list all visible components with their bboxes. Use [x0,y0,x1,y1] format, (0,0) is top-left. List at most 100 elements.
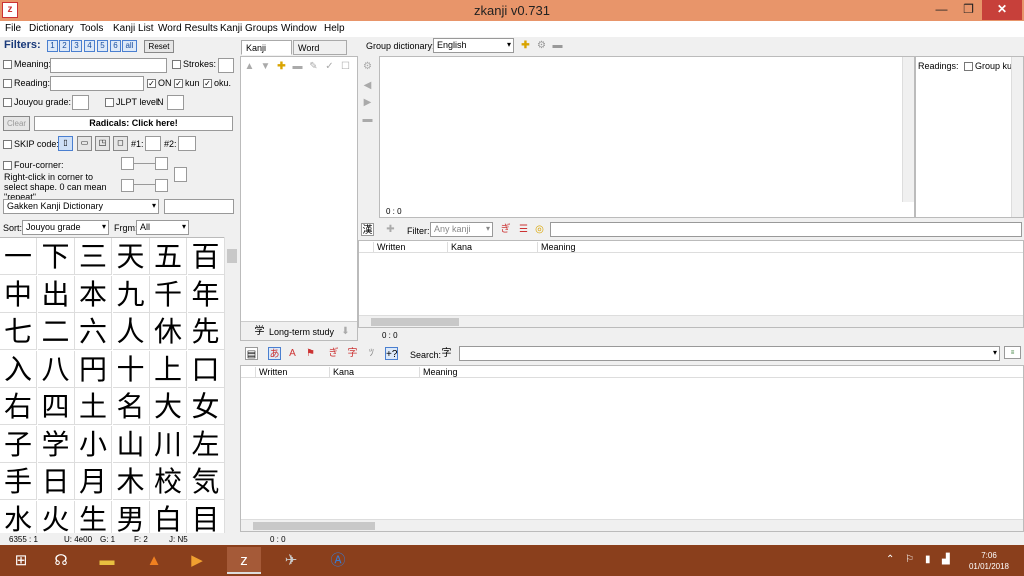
kanji-cell[interactable]: 山 [112,425,150,463]
grade-4-button[interactable]: 4 [84,40,95,52]
strokes-checkbox[interactable] [172,60,181,70]
corner-br-input[interactable] [155,179,168,192]
tab-word-groups[interactable]: Word groups [293,40,347,63]
menu-help[interactable]: Help [324,23,345,34]
kanji-cell[interactable]: 休 [150,313,187,350]
oku-toggle[interactable]: oku. [203,78,231,89]
meaning-input[interactable] [50,58,167,73]
rename-icon[interactable]: ✎ [307,60,320,73]
on-checkbox[interactable] [147,79,156,89]
kanji-cell[interactable]: 名 [112,388,150,425]
kanji-grid-scrollbar[interactable] [224,237,238,533]
skip-filter[interactable]: SKIP code: [3,139,59,150]
kanji-cell[interactable]: 本 [75,275,112,313]
grade-3-button[interactable]: 3 [71,40,82,52]
signal-icon[interactable]: ▟ [942,554,950,565]
kanji-cell[interactable]: 女 [187,388,224,425]
kanji-cell[interactable]: 四 [37,388,75,425]
kanji-cell[interactable]: 先 [187,313,224,350]
jouyou-filter[interactable]: Jouyou grade: [3,97,71,108]
left-arrow-icon[interactable]: ◀ [361,79,374,92]
maximize-button[interactable]: ❐ [955,0,982,20]
jlpt-filter[interactable]: JLPT level: [105,97,160,108]
kanji-filter-select[interactable]: Any kanji ▾ [430,222,493,237]
kanji-cell[interactable]: 火 [38,500,75,533]
group-kanji-area[interactable]: 0 : 0 [379,56,915,218]
gear-icon[interactable]: ⚙ [361,60,374,73]
menu-dictionary[interactable]: Dictionary [29,23,73,34]
skip-hash1-input[interactable] [145,136,161,151]
frgm-select[interactable]: All ▾ [136,220,189,235]
kanji-cell[interactable]: 学 [37,425,75,463]
add-group-icon[interactable]: ✚ [519,39,532,52]
word-list-icon[interactable]: ☰ [517,223,530,236]
reading-input[interactable] [50,76,144,91]
grade-5-button[interactable]: 5 [97,40,108,52]
kanji-cell[interactable]: 土 [75,388,112,425]
column-kana[interactable]: Kana [447,242,472,252]
kanji-cell[interactable]: 上 [150,350,187,388]
skip-type-4-button[interactable]: ◻ [113,136,128,151]
group-kanji-scrollbar[interactable] [902,57,914,202]
strokes-filter[interactable]: Strokes: [172,59,216,70]
on-toggle[interactable]: ON [147,78,172,89]
kanji-cell[interactable]: 右 [0,388,37,425]
dictionary-mode-icon[interactable]: ▤ [245,347,258,360]
kanji-cell[interactable]: 目 [188,500,224,533]
kanji-cell[interactable]: 中 [0,275,37,313]
group-kun-checkbox[interactable] [964,62,973,72]
corner-tl-input[interactable] [121,157,134,170]
system-clock[interactable]: 7:06 01/01/2018 [960,550,1018,572]
oku-checkbox[interactable] [203,79,212,89]
dictionary-words-hscroll[interactable] [241,519,1023,531]
headphones-icon[interactable]: ☊ [44,547,78,574]
kanji-cell[interactable]: 下 [37,238,75,275]
zkanji-taskbar-icon[interactable]: z [227,547,261,574]
dictionary-search-input[interactable] [164,199,234,214]
dictionary-select[interactable]: Gakken Kanji Dictionary ▾ [3,199,159,214]
kanji-cell[interactable]: 八 [37,350,75,388]
kanji-cell[interactable]: 小 [75,425,112,463]
kanji-cell[interactable]: 口 [187,350,224,388]
kanji-cell[interactable]: 円 [75,350,112,388]
menu-window[interactable]: Window [281,23,317,34]
remove-kanji-icon[interactable]: ▬ [361,113,374,126]
kanji-cell[interactable]: 二 [37,313,75,350]
kanji-cell[interactable]: 大 [150,388,187,425]
reading-checkbox[interactable] [3,79,12,89]
definition-icon[interactable]: ⚑ [304,347,317,360]
corner-bl-input[interactable] [121,179,134,192]
column-kana[interactable]: Kana [329,367,354,377]
grade-2-button[interactable]: 2 [59,40,70,52]
menu-word-results[interactable]: Word Results [158,23,218,34]
column-meaning[interactable]: Meaning [537,242,576,252]
search-kanji-icon[interactable]: 字 [440,347,453,360]
scrollbar-thumb[interactable] [227,249,237,263]
start-button[interactable]: ⊞ [4,547,38,574]
group-dictionary-select[interactable]: English ▾ [433,38,514,53]
kana-icon[interactable]: 字 [346,347,359,360]
skip-hash2-input[interactable] [178,136,196,151]
meaning-checkbox[interactable] [3,60,12,70]
kun-checkbox[interactable] [174,79,183,89]
jlpt-input[interactable] [167,95,184,110]
inflection-icon[interactable]: ぎ [327,347,340,360]
kanji-cell[interactable]: 三 [75,238,112,275]
grade-all-button[interactable]: all [122,40,137,52]
kanji-cell[interactable]: 左 [187,425,224,463]
scrollbar-thumb[interactable] [371,318,459,326]
corner-extra-input[interactable] [174,167,187,182]
kanji-cell[interactable]: 年 [187,275,224,313]
chevron-down-icon[interactable]: ▾ [993,348,997,357]
kanji-search-icon[interactable]: ﾂ [365,347,378,360]
menu-file[interactable]: File [5,23,21,34]
menu-kanji-groups[interactable]: Kanji Groups [220,23,278,34]
scrollbar-thumb[interactable] [253,522,375,530]
group-words-table[interactable]: Written Kana Meaning [358,240,1024,328]
en-to-jp-icon[interactable]: A [286,347,299,360]
jouyou-checkbox[interactable] [3,98,12,108]
kanji-cell[interactable]: 一 [0,238,37,275]
kun-toggle[interactable]: kun [174,78,200,89]
right-arrow-icon[interactable]: ▶ [361,96,374,109]
column-written[interactable]: Written [373,242,405,252]
